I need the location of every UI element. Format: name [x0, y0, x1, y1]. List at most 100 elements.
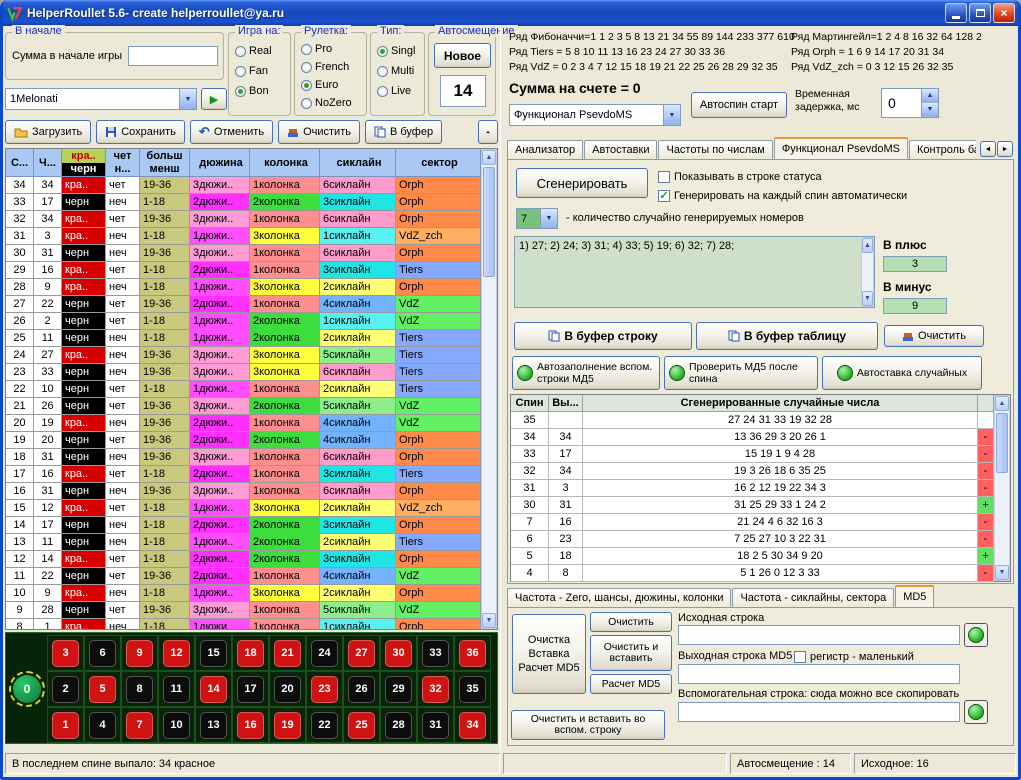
scroll-up-icon[interactable]: ▲ [482, 150, 496, 165]
board-number-21[interactable]: 21 [274, 640, 301, 667]
board-number-31[interactable]: 31 [422, 712, 449, 739]
generate-button[interactable]: Сгенерировать [516, 168, 648, 198]
radio-live[interactable]: Live [377, 85, 411, 97]
board-number-12[interactable]: 12 [163, 640, 190, 667]
auto-generate-checkbox[interactable]: Генерировать на каждый спин автоматическ… [658, 190, 907, 202]
buffer-table-button[interactable]: В буфер таблицу [696, 322, 878, 350]
board-number-13[interactable]: 13 [200, 712, 227, 739]
board-number-33[interactable]: 33 [422, 640, 449, 667]
generated-row[interactable]: 303131 25 29 33 1 24 2+ [511, 497, 994, 514]
history-row[interactable]: 81кра..неч1-181дюжи..1колонка1сиклайнOrp… [6, 619, 497, 630]
history-row[interactable]: 2126чернчет19-363дюжи..2колонка5сиклайнV… [6, 398, 497, 415]
board-number-8[interactable]: 8 [126, 676, 153, 703]
history-row[interactable]: 3234кра..чет19-363дюжи..1колонка6сиклайн… [6, 211, 497, 228]
minimize-button[interactable] [945, 3, 967, 23]
board-number-9[interactable]: 9 [126, 640, 153, 667]
show-status-checkbox[interactable]: Показывать в строке статуса [658, 171, 822, 183]
history-row[interactable]: 2333черннеч19-363дюжи..3колонка6сиклайнT… [6, 364, 497, 381]
board-number-6[interactable]: 6 [89, 640, 116, 667]
scroll-up-icon[interactable]: ▲ [995, 396, 1009, 411]
history-row[interactable]: 3434кра..чет19-363дюжи..1колонка6сиклайн… [6, 177, 497, 194]
minus-button[interactable]: - [478, 120, 498, 144]
tab-bankroll-control[interactable]: Контроль банкрол [909, 140, 976, 159]
close-button[interactable]: × [993, 3, 1015, 23]
board-number-4[interactable]: 4 [89, 712, 116, 739]
tab-autobets[interactable]: Автоставки [584, 140, 657, 159]
load-button[interactable]: Загрузить [5, 120, 91, 144]
board-number-18[interactable]: 18 [237, 640, 264, 667]
tab-frequency-sectors[interactable]: Частота - сиклайны, сектора [732, 588, 894, 607]
radio-euro[interactable]: Euro [301, 79, 338, 91]
board-number-5[interactable]: 5 [89, 676, 116, 703]
board-number-17[interactable]: 17 [237, 676, 264, 703]
history-row[interactable]: 1417черннеч1-182дюжи..2колонка3сиклайнOr… [6, 517, 497, 534]
history-row[interactable]: 109кра..неч1-181дюжи..3колонка2сиклайнOr… [6, 585, 497, 602]
history-row[interactable]: 1716кра..чет1-182дюжи..1колонка3сиклайнT… [6, 466, 497, 483]
output-string-input[interactable] [678, 664, 960, 684]
history-row[interactable]: 1311черннеч1-181дюжи..2колонка2сиклайнTi… [6, 534, 497, 551]
board-number-10[interactable]: 10 [163, 712, 190, 739]
clear-button[interactable]: Очистить [278, 120, 360, 144]
radio-pro[interactable]: Pro [301, 43, 332, 55]
generated-row[interactable]: 71621 24 4 6 32 16 3- [511, 514, 994, 531]
history-row[interactable]: 3317черннеч1-182дюжи..2колонка3сиклайнOr… [6, 194, 497, 211]
radio-real[interactable]: Real [235, 45, 272, 57]
history-row[interactable]: 928чернчет19-363дюжи..1колонка5сиклайнVd… [6, 602, 497, 619]
check-md5-button[interactable]: Проверить МД5 после спина [664, 356, 818, 390]
count-combo[interactable]: 7 ▼ [516, 208, 558, 229]
scroll-down-icon[interactable]: ▼ [862, 291, 873, 306]
board-number-0[interactable]: 0 [13, 675, 41, 703]
source-string-input[interactable] [678, 625, 960, 645]
board-number-3[interactable]: 3 [52, 640, 79, 667]
autofill-md5-button[interactable]: Автозаполнение вспом. строки МД5 [512, 356, 660, 390]
board-number-14[interactable]: 14 [200, 676, 227, 703]
board-number-15[interactable]: 15 [200, 640, 227, 667]
tab-md5[interactable]: MD5 [895, 585, 934, 607]
history-row[interactable]: 289кра..неч1-181дюжи..3колонка2сиклайнOr… [6, 279, 497, 296]
board-number-25[interactable]: 25 [348, 712, 375, 739]
board-number-7[interactable]: 7 [126, 712, 153, 739]
generated-scrollbar[interactable]: ▲ ▼ [994, 395, 1010, 581]
board-number-11[interactable]: 11 [163, 676, 190, 703]
tab-frequency-chances[interactable]: Частота - Zero, шансы, дюжины, колонки [507, 588, 731, 607]
spinner-down-icon[interactable]: ▼ [922, 103, 938, 117]
board-number-23[interactable]: 23 [311, 676, 338, 703]
radio-nozero[interactable]: NoZero [301, 97, 352, 109]
board-number-19[interactable]: 19 [274, 712, 301, 739]
new-button[interactable]: Новое [434, 43, 491, 68]
history-row[interactable]: 2916кра..чет1-182дюжи..1колонка3сиклайнT… [6, 262, 497, 279]
history-row[interactable]: 2019кра..неч19-362дюжи..1колонка4сиклайн… [6, 415, 497, 432]
tab-functional-psevdoms[interactable]: Функционал PsevdoMS [774, 137, 908, 159]
board-number-26[interactable]: 26 [348, 676, 375, 703]
board-number-27[interactable]: 27 [348, 640, 375, 667]
tab-analyzer[interactable]: Анализатор [507, 140, 583, 159]
history-row[interactable]: 313кра..неч1-181дюжи..3колонка1сиклайнVd… [6, 228, 497, 245]
titlebar[interactable]: HelperRoullet 5.6- create helperroullet@… [0, 0, 1021, 26]
chevron-down-icon[interactable]: ▼ [179, 89, 196, 109]
start-sum-input[interactable] [128, 46, 218, 66]
functional-combo[interactable]: Функционал PsevdoMS ▼ [509, 104, 681, 126]
scroll-up-icon[interactable]: ▲ [862, 238, 873, 253]
board-number-36[interactable]: 36 [459, 640, 486, 667]
lowercase-checkbox[interactable]: регистр - маленький [794, 651, 914, 663]
tab-number-frequencies[interactable]: Часто­ты по числам [658, 140, 772, 159]
board-number-2[interactable]: 2 [52, 676, 79, 703]
generated-numbers-textarea[interactable]: 1) 27; 2) 24; 3) 31; 4) 33; 5) 19; 6) 32… [514, 236, 875, 308]
board-number-24[interactable]: 24 [311, 640, 338, 667]
radio-fan[interactable]: Fan [235, 65, 268, 77]
history-row[interactable]: 2210чернчет1-181дюжи..1колонка2сиклайнTi… [6, 381, 497, 398]
board-number-22[interactable]: 22 [311, 712, 338, 739]
play-button[interactable]: ▶ [201, 88, 227, 110]
radio-french[interactable]: French [301, 61, 349, 73]
generated-row[interactable]: 323419 3 26 18 6 35 25- [511, 463, 994, 480]
generated-row[interactable]: 343413 36 29 3 20 26 1- [511, 429, 994, 446]
radio-singl[interactable]: Singl [377, 45, 415, 57]
history-row[interactable]: 1122чернчет19-362дюжи..1колонка4сиклайнV… [6, 568, 497, 585]
preset-combo[interactable]: 1Melonati ▼ [5, 88, 197, 110]
history-row[interactable]: 262чернчет1-181дюжи..2колонка1сиклайнVdZ [6, 313, 497, 330]
undo-button[interactable]: ↶ Отменить [190, 120, 273, 144]
textarea-scrollbar[interactable]: ▲ ▼ [861, 237, 874, 307]
generated-row[interactable]: 6237 25 27 10 3 22 31- [511, 531, 994, 548]
scroll-down-icon[interactable]: ▼ [482, 613, 496, 628]
spinner-up-icon[interactable]: ▲ [922, 89, 938, 103]
